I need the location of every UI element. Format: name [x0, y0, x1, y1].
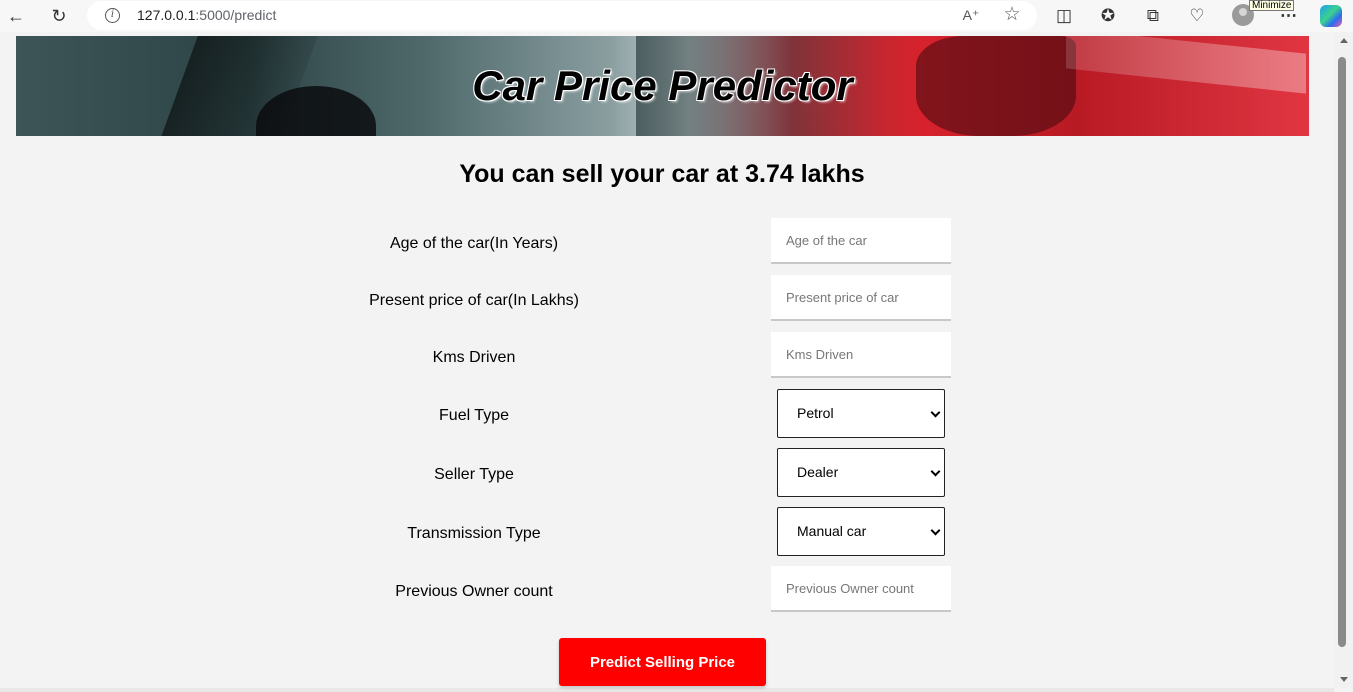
url-host: 127.0.0.1: [137, 7, 196, 23]
kms-driven-label: Kms Driven: [432, 349, 516, 366]
info-icon[interactable]: i: [105, 8, 120, 23]
age-label: Age of the car(In Years): [389, 235, 559, 252]
split-screen-icon[interactable]: ◫: [1052, 4, 1076, 28]
owner-count-input[interactable]: [771, 566, 951, 612]
fuel-type-label: Fuel Type: [439, 407, 509, 424]
copilot-icon[interactable]: [1320, 5, 1342, 27]
page-bottom-edge: [0, 688, 1334, 692]
chevron-down-icon: [930, 466, 941, 477]
kms-driven-input[interactable]: [771, 332, 951, 378]
chevron-down-icon: [930, 525, 941, 536]
reload-icon[interactable]: ↻: [45, 2, 73, 30]
star-icon[interactable]: ☆: [1001, 4, 1023, 26]
favorites-icon[interactable]: ✪: [1096, 4, 1120, 28]
predict-selling-price-button[interactable]: Predict Selling Price: [559, 638, 766, 686]
scroll-thumb[interactable]: [1338, 57, 1346, 647]
browser-toolbar: ← ↻ i 127.0.0.1:5000/predict A⁺ ☆ ◫ ✪ ⧉ …: [0, 0, 1353, 32]
minimize-tooltip: Minimize: [1249, 0, 1295, 11]
address-bar[interactable]: i 127.0.0.1:5000/predict A⁺ ☆: [87, 1, 1037, 30]
scroll-up-arrow-icon[interactable]: [1340, 38, 1348, 43]
present-price-input[interactable]: [771, 275, 951, 321]
url-text[interactable]: 127.0.0.1:5000/predict: [137, 7, 276, 23]
owner-count-label: Previous Owner count: [395, 583, 553, 600]
transmission-type-label: Transmission Type: [407, 525, 541, 542]
browser-essentials-icon[interactable]: ♡: [1185, 4, 1209, 28]
scroll-down-arrow-icon[interactable]: [1340, 677, 1348, 682]
vertical-scrollbar[interactable]: [1334, 32, 1353, 688]
chevron-down-icon: [930, 407, 941, 418]
fuel-type-select[interactable]: Petrol: [777, 389, 945, 438]
header-banner: Car Price Predictor: [16, 36, 1309, 136]
read-aloud-icon[interactable]: A⁺: [960, 4, 982, 26]
age-input[interactable]: [771, 218, 951, 264]
transmission-type-select[interactable]: Manual car: [777, 507, 945, 556]
prediction-result: You can sell your car at 3.74 lakhs: [459, 160, 865, 188]
seller-type-value: Dealer: [797, 464, 839, 480]
fuel-type-value: Petrol: [797, 405, 834, 421]
back-arrow-icon[interactable]: ←: [2, 2, 30, 30]
collections-icon[interactable]: ⧉: [1141, 4, 1165, 28]
seller-type-select[interactable]: Dealer: [777, 448, 945, 497]
transmission-type-value: Manual car: [797, 523, 867, 539]
url-path: :5000/predict: [195, 7, 277, 23]
seller-type-label: Seller Type: [434, 466, 514, 483]
present-price-label: Present price of car(In Lakhs): [369, 292, 579, 309]
page-title: Car Price Predictor: [472, 62, 853, 109]
